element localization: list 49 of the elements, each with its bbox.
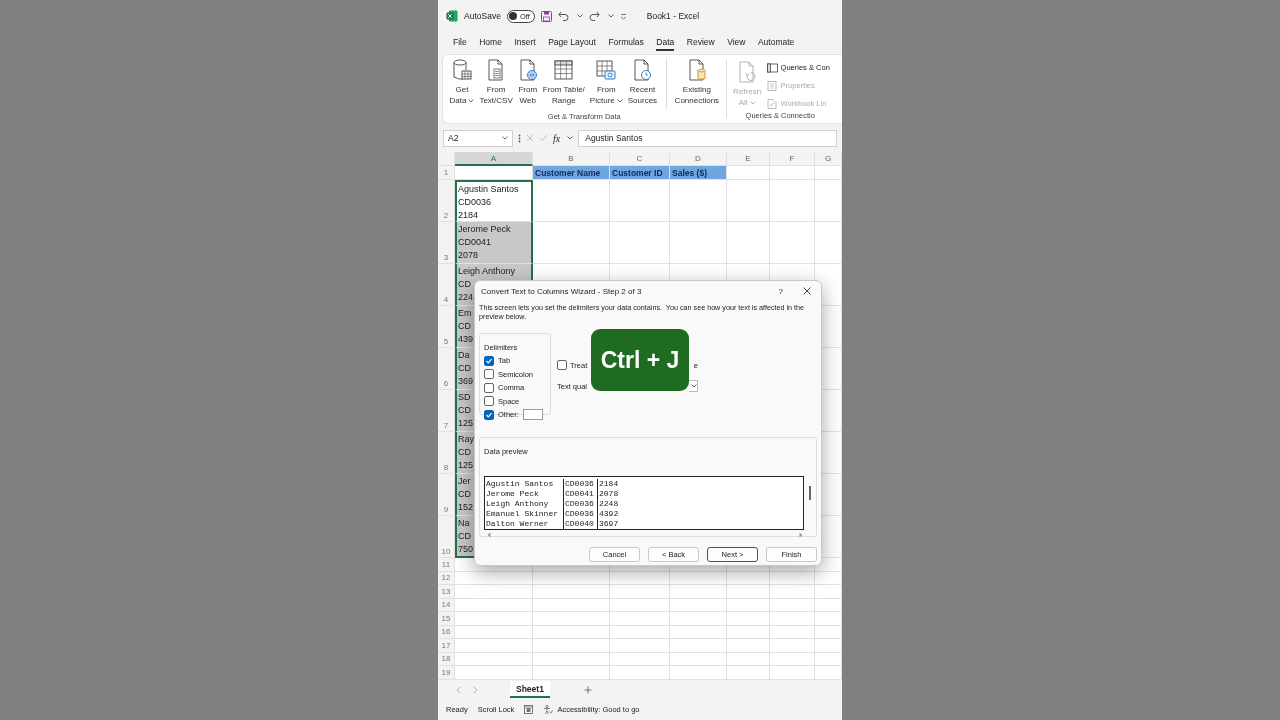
window-title: Book1 - Excel (646, 11, 700, 21)
cell-text-line: 2078 (458, 249, 479, 262)
cell-text-line: Ray (458, 433, 474, 446)
cell-text-line: 369 (458, 375, 474, 388)
cell-text-line: Em (458, 307, 472, 320)
cell-text-line: CD (458, 488, 471, 501)
preview-cell: CD0041 (563, 489, 597, 499)
preview-cell: CD0036 (563, 499, 597, 509)
preview-cell-text: Dalton Werner (485, 519, 550, 529)
preview-cell-text: Leigh Anthony (485, 499, 550, 509)
cell-text-line: CD0041 (458, 236, 492, 249)
cell-text-line: CD0036 (458, 196, 492, 209)
cell-text-line: CD (458, 404, 471, 417)
cell-text-line: Agustin Santos (458, 183, 519, 196)
cell-text-line: Na (458, 517, 470, 530)
header-cell: Customer Name (533, 166, 610, 180)
cell-text-line: CD (458, 446, 471, 459)
cell-text-line: 750 (458, 543, 474, 556)
cell-text-line: 125 (458, 459, 474, 472)
header-cell: Customer ID (610, 166, 670, 180)
cell-text-line: Leigh Anthony (458, 265, 516, 278)
cell-text-line: 125 (458, 417, 474, 430)
autosave-label: AutoSave (464, 11, 501, 21)
cell-text-line: Jerome Peck (458, 223, 511, 236)
preview-cell: 3697 (597, 519, 803, 529)
preview-cell-text: Jerome Peck (485, 489, 540, 499)
preview-cell: 2184 (597, 479, 803, 489)
preview-cell: CD0040 (563, 519, 597, 529)
header-cell: Sales ($) (670, 166, 727, 180)
dialog-title: Convert Text to Columns Wizard - Step 2 of 3 (481, 286, 642, 296)
preview-cell: 2248 (597, 499, 803, 509)
shortcut-overlay: Ctrl + J (591, 329, 689, 391)
preview-cell-text: Emanuel Skinner (485, 509, 559, 519)
cell-text-line: CD (458, 320, 471, 333)
cell-text-line: CD (458, 362, 471, 375)
cell-text-line: CD (458, 530, 471, 543)
cell-text-line: 224 (458, 291, 474, 304)
cell-text-line: Jer (458, 475, 471, 488)
cell-text-line: 2184 (458, 209, 479, 221)
preview-cell: 2078 (597, 489, 803, 499)
cell-text-line: 152 (458, 501, 474, 514)
preview-cell: 4392 (597, 509, 803, 519)
cell-text-line: CD (458, 278, 471, 291)
preview-cell-text: Agustin Santos (485, 479, 555, 489)
cell-text-line: Da (458, 349, 470, 362)
preview-cell: CD0036 (563, 479, 597, 489)
cell-text-line: SD (458, 391, 471, 404)
preview-cell: CD0036 (563, 509, 597, 519)
cell-text-line: 439 (458, 333, 474, 346)
